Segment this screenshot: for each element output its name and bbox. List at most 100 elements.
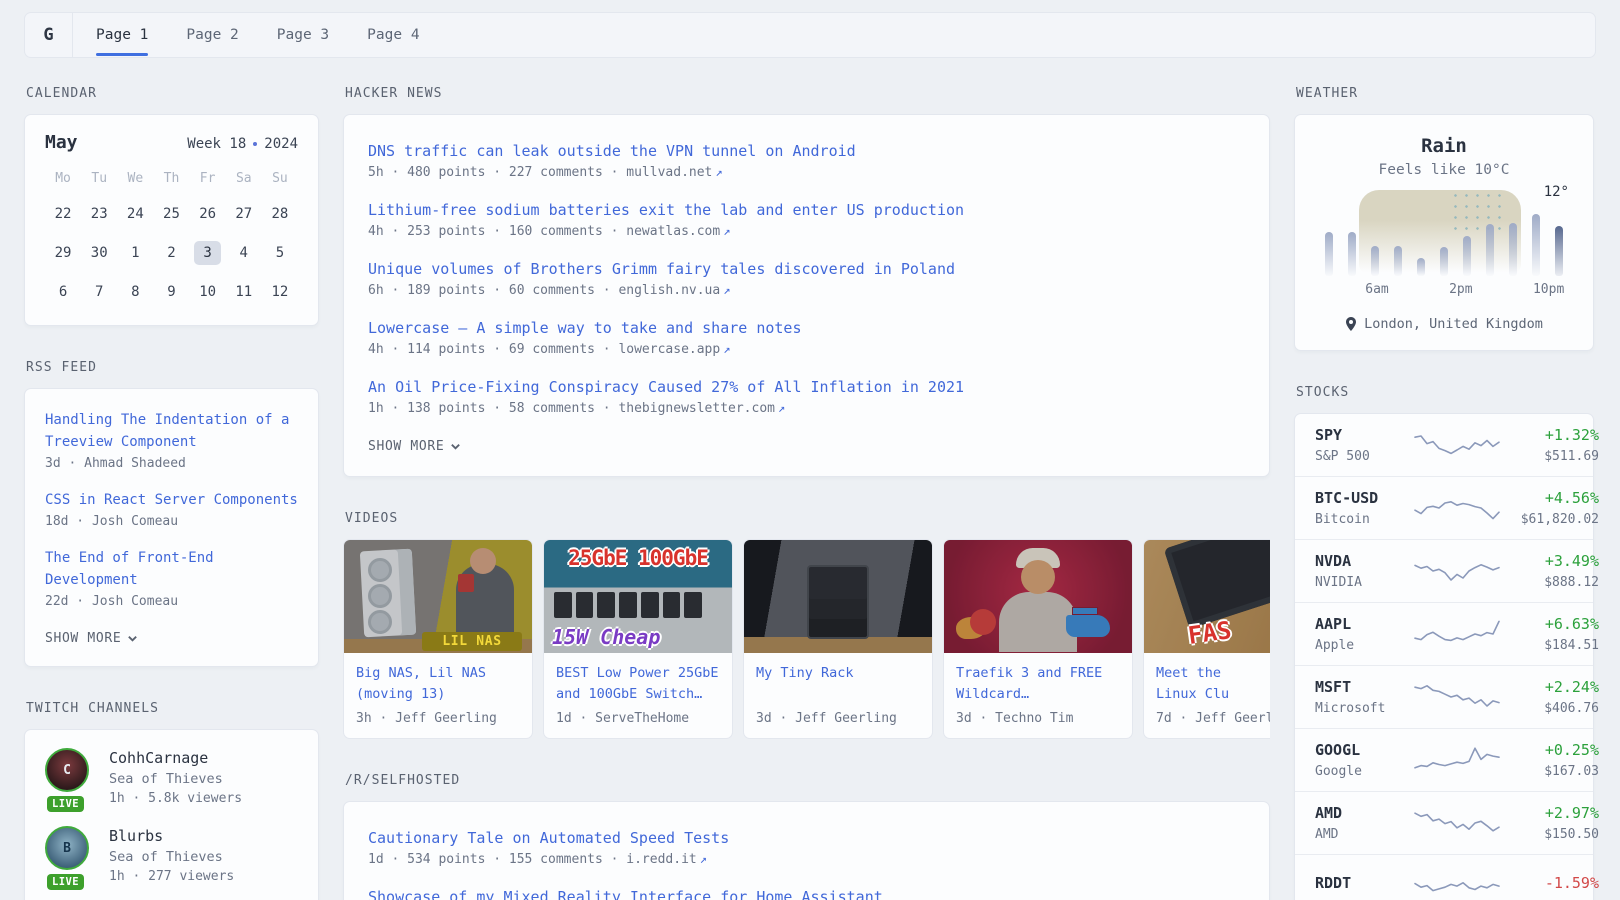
stock-change: +2.97% [1503,804,1599,822]
video-thumbnail[interactable]: LIL NAS [344,540,532,653]
calendar-day: 12 [262,275,298,309]
twitch-channel-row[interactable]: C LIVE CohhCarnage Sea of Thieves 1h · 5… [45,748,298,806]
video-thumbnail[interactable] [744,540,932,653]
stock-price: $167.03 [1503,764,1599,779]
thumbnail-text: LIL NAS [422,632,522,651]
stock-ticker: GOOGL [1315,741,1411,759]
hacker-news-title: HACKER NEWS [345,86,1270,101]
stock-name: Apple [1315,638,1411,653]
weather-condition: Rain [1315,135,1573,157]
rss-show-more-button[interactable]: SHOW MORE [45,631,138,646]
twitch-channel-category: Sea of Thieves [109,849,234,865]
news-item-meta: 1h · 138 points · 58 comments · thebigne… [368,401,1245,416]
stock-row[interactable]: RDDT -1.59% [1295,854,1593,900]
stock-price: $150.50 [1503,827,1599,842]
right-column: WEATHER Rain Feels like 10°C [1294,86,1594,900]
chevron-down-icon [127,633,138,644]
news-item-link[interactable]: DNS traffic can leak outside the VPN tun… [368,140,1245,162]
stock-row[interactable]: GOOGLGoogle +0.25%$167.03 [1295,728,1593,791]
news-item-link[interactable]: An Oil Price-Fixing Conspiracy Caused 27… [368,376,1245,398]
stock-change: +1.32% [1503,426,1599,444]
dot-separator [253,142,257,146]
stock-sparkline [1411,616,1503,652]
calendar-day: 8 [117,275,153,309]
video-thumbnail[interactable]: FAS [1144,540,1270,653]
weather-hourly-chart: 12° [1323,196,1565,276]
reddit-post-link[interactable]: Cautionary Tale on Automated Speed Tests [368,827,1245,849]
stock-row[interactable]: MSFTMicrosoft +2.24%$406.76 [1295,665,1593,728]
video-title-link[interactable]: Meet the Linux Clu [1156,663,1270,705]
hacker-news-show-more-button[interactable]: SHOW MORE [368,439,461,454]
twitch-channel-row[interactable]: B LIVE Blurbs Sea of Thieves 1h · 277 vi… [45,826,298,884]
tab-page-4[interactable]: Page 4 [348,13,438,57]
rss-item: CSS in React Server Components 18d · Jos… [45,489,298,529]
rss-item-link[interactable]: The End of Front-End Development [45,547,298,591]
calendar-day: 30 [81,236,117,270]
twitch-channel-category: Sea of Thieves [109,771,242,787]
temperature-bar [1509,223,1517,276]
middle-column: HACKER NEWS DNS traffic can leak outside… [343,86,1270,900]
rss-item-link[interactable]: Handling The Indentation of a Treeview C… [45,409,298,453]
video-title-link[interactable]: BEST Low Power 25GbE and 100GbE Switch… [556,663,720,705]
weather-feels-like: Feels like 10°C [1315,162,1573,178]
stock-row[interactable]: NVDANVIDIA +3.49%$888.12 [1295,539,1593,602]
external-link-icon[interactable]: ↗ [723,224,730,238]
stock-row[interactable]: AMDAMD +2.97%$150.50 [1295,791,1593,854]
twitch-channel-name[interactable]: CohhCarnage [109,748,242,768]
twitch-title: TWITCH CHANNELS [26,701,319,716]
video-title-link[interactable]: Big NAS, Lil NAS (moving 13) [356,663,520,705]
rss-item: The End of Front-End Development 22d · J… [45,547,298,609]
stock-row[interactable]: AAPLApple +6.63%$184.51 [1295,602,1593,665]
calendar-grid: Mo Tu We Th Fr Sa Su 22 23 24 25 26 27 2… [45,167,298,309]
tab-page-1[interactable]: Page 1 [77,13,167,57]
stock-name: Microsoft [1315,701,1411,716]
dashboard-page: G Page 1 Page 2 Page 3 Page 4 CALENDAR M… [0,0,1620,900]
live-badge: LIVE [47,796,84,812]
video-title-link[interactable]: Traefik 3 and FREE Wildcard… [956,663,1120,705]
video-thumbnail[interactable]: 25GbE 100GbE 15W Cheap [544,540,732,653]
hacker-news-widget: HACKER NEWS DNS traffic can leak outside… [343,86,1270,477]
app-logo[interactable]: G [25,13,73,57]
video-thumbnail[interactable] [944,540,1132,653]
video-card: FAS Meet the Linux Clu 7d · Jeff Geerlin… [1143,539,1270,739]
external-link-icon[interactable]: ↗ [778,401,785,415]
stock-name: Google [1315,764,1411,779]
news-item-link[interactable]: Lithium-free sodium batteries exit the l… [368,199,1245,221]
temperature-bar [1348,232,1356,276]
video-card: LIL NAS Big NAS, Lil NAS (moving 13) 3h … [343,539,533,739]
external-link-icon[interactable]: ↗ [723,342,730,356]
external-link-icon[interactable]: ↗ [715,165,722,179]
external-link-icon[interactable]: ↗ [700,852,707,866]
weather-time-labels: 6am 2pm 10pm [1325,282,1563,297]
stock-sparkline [1411,679,1503,715]
stock-row[interactable]: BTC-USDBitcoin +4.56%$61,820.02 [1295,476,1593,539]
stocks-widget: STOCKS SPYS&P 500 +1.32%$511.69 BTC-USDB… [1294,385,1594,900]
calendar-week-info: Week 18 2024 [187,136,298,152]
reddit-post-link[interactable]: Showcase of my Mixed Reality Interface f… [368,886,1245,900]
weather-widget: WEATHER Rain Feels like 10°C [1294,86,1594,351]
rss-item-link[interactable]: CSS in React Server Components [45,489,298,511]
news-item-meta: 4h · 253 points · 160 comments · newatla… [368,224,1245,239]
videos-title: VIDEOS [345,511,1270,526]
rss-item-meta: 22d · Josh Comeau [45,594,298,609]
stock-row[interactable]: SPYS&P 500 +1.32%$511.69 [1295,414,1593,476]
tab-page-2[interactable]: Page 2 [167,13,257,57]
tab-page-3[interactable]: Page 3 [258,13,348,57]
stock-name: S&P 500 [1315,449,1411,464]
external-link-icon[interactable]: ↗ [723,283,730,297]
video-title-link[interactable]: My Tiny Rack [756,663,920,684]
calendar-day: 5 [262,236,298,270]
video-card: 25GbE 100GbE 15W Cheap BEST Low Power 25… [543,539,733,739]
temperature-bar [1532,214,1540,276]
stock-sparkline [1411,805,1503,841]
news-item-link[interactable]: Unique volumes of Brothers Grimm fairy t… [368,258,1245,280]
live-badge: LIVE [47,874,84,890]
calendar-day: 10 [190,275,226,309]
stock-change: +4.56% [1503,489,1599,507]
thumbnail-text: FAS [1186,616,1233,650]
news-item-link[interactable]: Lowercase – A simple way to take and sha… [368,317,1245,339]
stock-change: +2.24% [1503,678,1599,696]
videos-widget: VIDEOS LIL NAS Big NAS, Lil NAS (moving … [343,511,1270,739]
news-item: Lithium-free sodium batteries exit the l… [368,199,1245,239]
twitch-channel-name[interactable]: Blurbs [109,826,234,846]
